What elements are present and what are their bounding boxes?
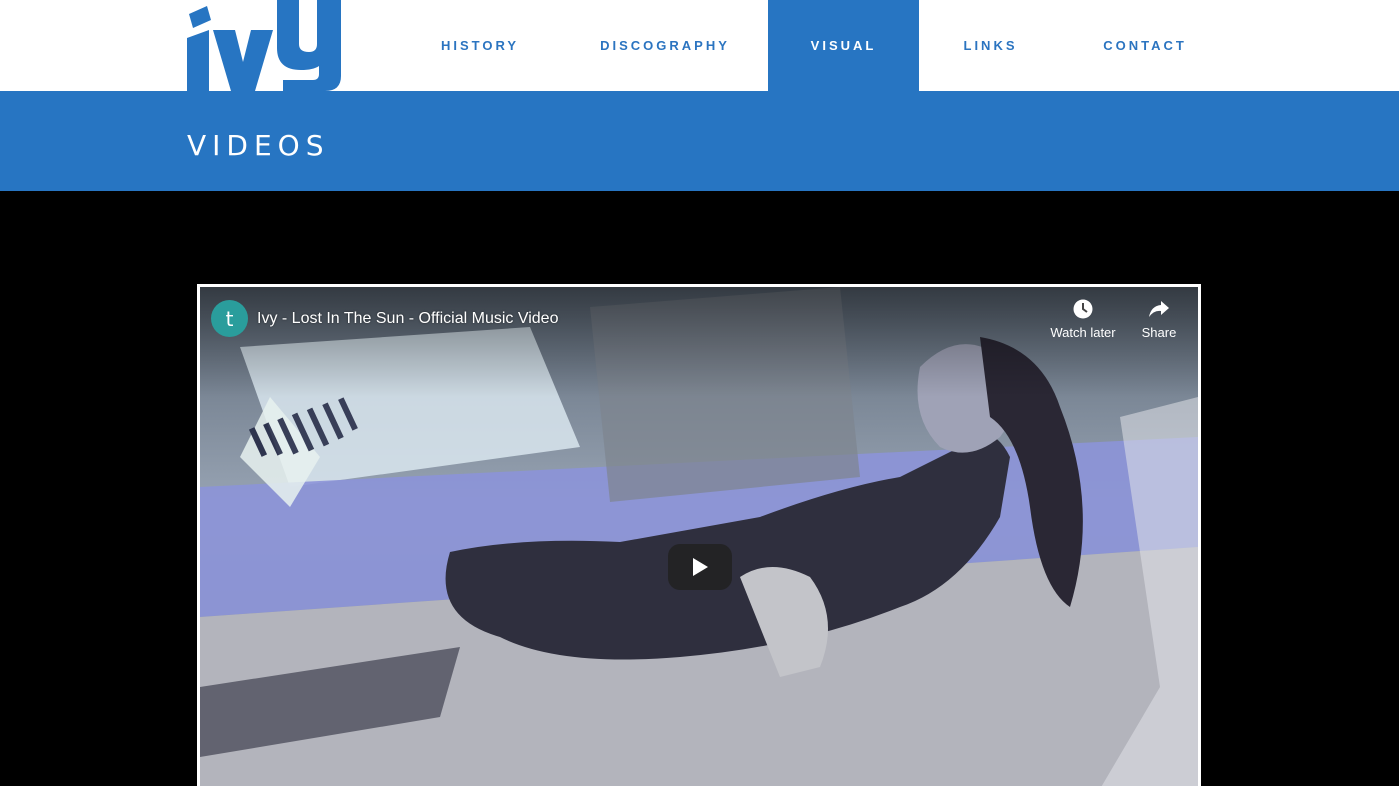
nav-links[interactable]: LINKS <box>919 0 1062 91</box>
nav-discography[interactable]: DISCOGRAPHY <box>565 0 765 91</box>
clock-icon <box>1071 297 1095 321</box>
watch-later-label: Watch later <box>1050 325 1116 340</box>
nav-history[interactable]: HISTORY <box>405 0 555 91</box>
channel-avatar[interactable]: t <box>211 300 248 337</box>
page-title: VIDEOS <box>187 129 330 162</box>
nav-visual[interactable]: VISUAL <box>768 0 919 91</box>
video-title[interactable]: Ivy - Lost In The Sun - Official Music V… <box>257 309 558 329</box>
video-player[interactable]: t Ivy - Lost In The Sun - Official Music… <box>197 284 1201 786</box>
share-icon <box>1147 297 1171 321</box>
play-button[interactable] <box>668 544 732 590</box>
play-icon <box>693 558 708 576</box>
watch-later-button[interactable]: Watch later <box>1048 297 1118 341</box>
share-label: Share <box>1141 325 1177 340</box>
ivy-logo[interactable] <box>187 0 341 91</box>
nav-contact[interactable]: CONTACT <box>1068 0 1222 91</box>
share-button[interactable]: Share <box>1134 297 1184 341</box>
site-header: HISTORY DISCOGRAPHY VISUAL LINKS CONTACT <box>0 0 1399 91</box>
page-banner: VIDEOS <box>0 91 1399 191</box>
logo-icon <box>187 0 341 91</box>
